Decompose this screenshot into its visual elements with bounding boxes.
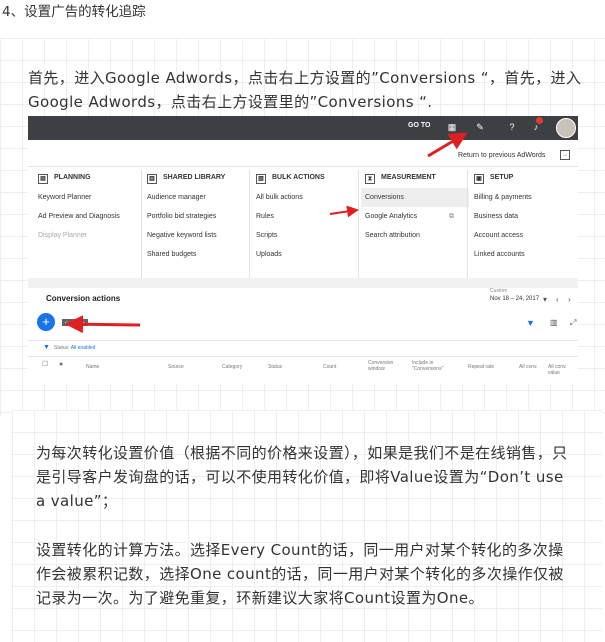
menu-divider <box>249 170 250 282</box>
reports-icon[interactable]: ▦ <box>446 121 458 133</box>
menu-item-conversions[interactable]: Conversions <box>361 188 469 207</box>
conversion-actions-title: Conversion actions <box>46 294 121 303</box>
column-header[interactable]: All conv. value <box>548 364 578 376</box>
status-dot-icon: ● <box>59 361 64 368</box>
menu-item[interactable]: Audience manager <box>147 188 255 207</box>
menu-item[interactable]: Ad Preview and Diagnosis <box>38 207 146 226</box>
library-icon: ▥ <box>147 174 157 184</box>
paragraph-count: 设置转化的计算方法。选择Every Count的话，同一用户对某个转化的多次操作… <box>36 541 564 607</box>
menu-item[interactable]: Google Analytics ⧉ <box>365 207 473 226</box>
columns-icon[interactable]: ▥ <box>550 318 558 327</box>
paragraph-intro: 首先，进入Google Adwords，点击右上方设置的”Conversions… <box>28 69 582 111</box>
menu-top-divider <box>28 166 578 167</box>
menu-item[interactable]: Business data <box>474 207 578 226</box>
menu-setup: ▣ SETUP Billing & payments Business data … <box>474 174 578 264</box>
wrench-icon[interactable]: ✎ <box>474 121 486 133</box>
section-heading: 4、设置广告的转化追踪 <box>2 4 146 20</box>
section-separator <box>28 278 578 288</box>
select-all-checkbox[interactable]: ☐ <box>42 361 48 368</box>
column-header[interactable]: Name <box>86 364 99 370</box>
column-header[interactable]: Source <box>168 364 184 370</box>
status-value: All enabled <box>70 345 96 351</box>
calendar-icon: ▤ <box>38 174 48 184</box>
hourglass-icon: ⧗ <box>365 174 375 184</box>
avatar[interactable] <box>556 118 576 138</box>
menu-measurement: ⧗ MEASUREMENT Conversions Google Analytic… <box>361 174 473 245</box>
menu-item[interactable]: Display Planner <box>38 226 146 245</box>
column-header[interactable]: Repeat rate <box>468 364 494 370</box>
menu-title: SHARED LIBRARY <box>163 174 226 181</box>
dropdown-icon[interactable]: ▾ <box>543 295 547 304</box>
bulk-icon: ▧ <box>256 174 266 184</box>
menu-item[interactable]: Negative keyword lists <box>147 226 255 245</box>
adwords-screenshot: GO TO ▦ ✎ ? ♪ Return to previous AdWords… <box>28 116 578 384</box>
add-conversion-button[interactable]: + <box>37 313 55 331</box>
column-header[interactable]: Conversion window <box>368 360 398 372</box>
menu-title: BULK ACTIONS <box>272 174 325 181</box>
column-header[interactable]: Category <box>222 364 242 370</box>
menu-item[interactable]: Uploads <box>256 245 364 264</box>
date-custom-label: Custom <box>490 288 508 294</box>
header-divider <box>28 356 578 357</box>
menu-item-label: Google Analytics <box>365 213 418 220</box>
chevron-right-icon[interactable]: › <box>568 295 571 304</box>
menu-item[interactable]: Scripts <box>256 226 364 245</box>
setup-icon: ▣ <box>474 174 484 184</box>
menu-bulk-actions: ▧ BULK ACTIONS All bulk actions Rules Scr… <box>256 174 364 264</box>
menu-item[interactable]: Linked accounts <box>474 245 578 264</box>
filter-divider <box>28 340 578 341</box>
expand-icon[interactable]: ⤢ <box>570 318 576 328</box>
goto-label[interactable]: GO TO <box>408 122 430 129</box>
menu-divider <box>141 170 142 282</box>
menu-item[interactable]: Rules <box>256 207 364 226</box>
menu-planning: ▤ PLANNING Keyword Planner Ad Preview and… <box>38 174 146 245</box>
status-filter[interactable]: Status: All enabled <box>54 345 95 351</box>
chevron-left-icon[interactable]: ‹ <box>556 295 559 304</box>
date-range-picker[interactable]: Nov 18 – 24, 2017 <box>490 296 539 302</box>
menu-title: PLANNING <box>54 174 91 181</box>
column-header[interactable]: All conv. <box>519 364 538 370</box>
menu-item[interactable]: Account access <box>474 226 578 245</box>
column-header[interactable]: Include in "Conversions" <box>412 360 450 372</box>
column-header[interactable]: Status <box>268 364 282 370</box>
status-label: Status: <box>54 345 70 351</box>
filter-status-icon: ▼ <box>43 344 50 351</box>
menu-divider <box>358 170 359 282</box>
adwords-topbar: GO TO ▦ ✎ ? ♪ <box>28 116 578 140</box>
menu-title: MEASUREMENT <box>381 174 436 181</box>
paragraph-value: 为每次转化设置价值（根据不同的价格来设置），如果是我们不是在线销售，只是引导客户… <box>36 444 568 510</box>
notification-badge <box>536 117 543 124</box>
menu-shared-library: ▥ SHARED LIBRARY Audience manager Portfol… <box>147 174 255 264</box>
exit-icon[interactable]: → <box>560 150 570 160</box>
conversion-tooltip: Conversion <box>62 319 89 326</box>
help-icon[interactable]: ? <box>506 121 518 133</box>
column-header[interactable]: Count <box>323 364 336 370</box>
menu-item[interactable]: All bulk actions <box>256 188 364 207</box>
menu-title: SETUP <box>490 174 514 181</box>
menu-divider <box>467 170 468 282</box>
filter-icon[interactable]: ▼ <box>526 318 535 328</box>
menu-item[interactable]: Billing & payments <box>474 188 578 207</box>
menu-item[interactable]: Keyword Planner <box>38 188 146 207</box>
menu-item[interactable]: Portfolio bid strategies <box>147 207 255 226</box>
menu-item[interactable]: Shared budgets <box>147 245 255 264</box>
external-link-icon: ⧉ <box>449 213 454 220</box>
menu-item[interactable]: Search attribution <box>365 226 473 245</box>
return-link[interactable]: Return to previous AdWords <box>458 152 545 159</box>
